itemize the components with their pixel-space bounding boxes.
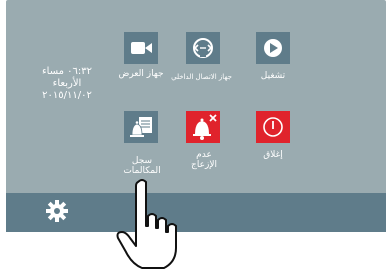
internal-connection-label: جهاز الاتصال الداخلي bbox=[171, 73, 232, 81]
call-log-label-line1: سجل bbox=[131, 156, 153, 166]
close-button[interactable] bbox=[256, 111, 290, 143]
play-icon bbox=[256, 32, 290, 64]
call-log-label: سجل المكالمات bbox=[112, 156, 172, 176]
do-not-disturb-label-line1: عدم bbox=[196, 150, 212, 160]
datetime-display: ٠٦:٣٢ مساء الأربعاء ٢٠١٥/١١/٠٢ bbox=[26, 66, 108, 102]
do-not-disturb-button[interactable] bbox=[186, 111, 220, 143]
intercom-icon bbox=[186, 32, 220, 64]
call-log-icon bbox=[124, 111, 158, 143]
time-text: ٠٦:٣٢ مساء bbox=[41, 66, 93, 77]
close-label: إغلاق bbox=[263, 150, 283, 160]
display-device-button[interactable] bbox=[124, 32, 158, 64]
call-log-button[interactable] bbox=[124, 111, 158, 143]
date-text: ٢٠١٥/١١/٠٢ bbox=[42, 90, 92, 101]
power-icon bbox=[256, 111, 290, 143]
device-screen: ٠٦:٣٢ مساء الأربعاء ٢٠١٥/١١/٠٢ جهاز العر… bbox=[6, 0, 386, 232]
do-not-disturb-label: عدم الإزعاج bbox=[178, 150, 230, 170]
video-camera-icon bbox=[124, 32, 158, 64]
play-label: تشغيل bbox=[260, 71, 286, 81]
play-button[interactable] bbox=[256, 32, 290, 64]
bell-mute-icon bbox=[186, 111, 220, 143]
day-text: الأربعاء bbox=[52, 78, 82, 89]
hand-pointer-icon bbox=[116, 179, 177, 269]
display-device-label: جهاز العرض bbox=[118, 69, 164, 79]
do-not-disturb-label-line2: الإزعاج bbox=[191, 160, 217, 170]
call-log-label-line2: المكالمات bbox=[123, 166, 161, 176]
gear-icon[interactable] bbox=[45, 199, 69, 223]
internal-connection-button[interactable] bbox=[186, 32, 220, 64]
